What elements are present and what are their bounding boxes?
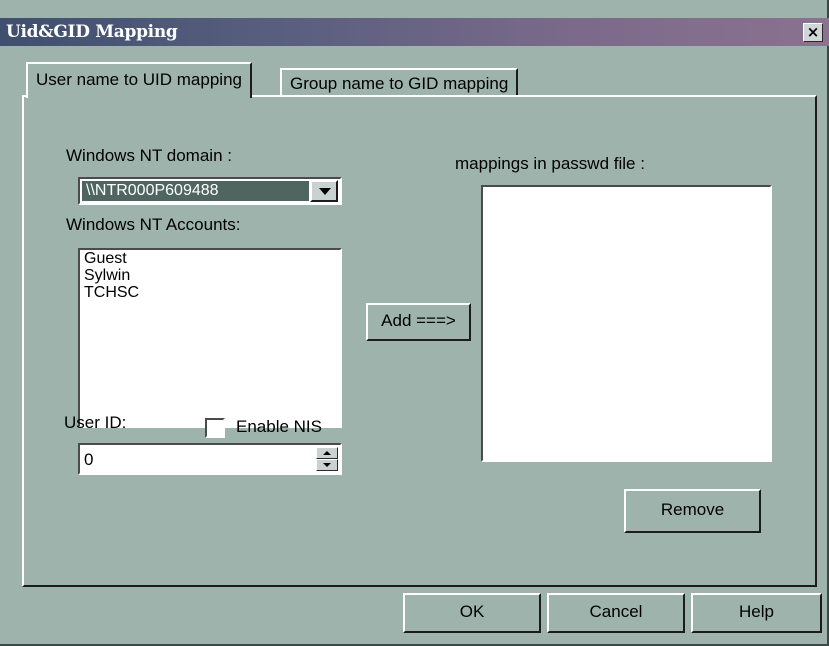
user-id-value[interactable]: 0: [84, 450, 93, 470]
close-button[interactable]: ×: [803, 23, 823, 42]
remove-button[interactable]: Remove: [624, 489, 761, 533]
window-title: Uid&GID Mapping: [6, 22, 178, 42]
domain-dropdown-button[interactable]: [310, 180, 338, 202]
enable-nis-label[interactable]: Enable NIS: [236, 417, 322, 437]
cancel-button[interactable]: Cancel: [547, 593, 685, 633]
tab-label: User name to UID mapping: [36, 70, 242, 89]
spin-down-icon: [323, 463, 331, 467]
add-button[interactable]: Add ===>: [366, 303, 471, 341]
uid-gid-mapping-dialog: Uid&GID Mapping × User name to UID mappi…: [0, 0, 829, 646]
domain-label: Windows NT domain :: [66, 146, 232, 165]
accounts-listbox[interactable]: Guest Sylwin TCHSC: [78, 248, 342, 428]
spinner-buttons: [316, 447, 338, 471]
tab-label: Group name to GID mapping: [290, 74, 509, 93]
accounts-label: Windows NT Accounts:: [66, 215, 241, 234]
help-button[interactable]: Help: [691, 593, 822, 633]
spin-up-icon: [323, 451, 331, 455]
list-item[interactable]: Guest: [80, 250, 340, 267]
spin-up-button[interactable]: [316, 447, 338, 459]
ok-button[interactable]: OK: [403, 593, 541, 633]
user-id-label: User ID:: [64, 413, 127, 432]
list-item[interactable]: Sylwin: [80, 267, 340, 284]
mappings-label: mappings in passwd file :: [455, 154, 645, 173]
list-item[interactable]: TCHSC: [80, 284, 340, 301]
domain-selected-value: \\NTR000P609488: [81, 180, 310, 202]
mappings-listbox[interactable]: [481, 185, 772, 462]
tab-user-uid-mapping[interactable]: User name to UID mapping: [26, 62, 252, 98]
chevron-down-icon: [319, 188, 331, 195]
enable-nis-checkbox[interactable]: [205, 418, 225, 438]
spin-down-button[interactable]: [316, 459, 338, 471]
user-id-spinner[interactable]: 0: [78, 443, 342, 475]
domain-combobox[interactable]: \\NTR000P609488: [78, 177, 342, 205]
title-bar[interactable]: Uid&GID Mapping ×: [0, 18, 829, 46]
close-icon: ×: [806, 23, 820, 41]
tab-group-gid-mapping[interactable]: Group name to GID mapping: [280, 68, 519, 97]
